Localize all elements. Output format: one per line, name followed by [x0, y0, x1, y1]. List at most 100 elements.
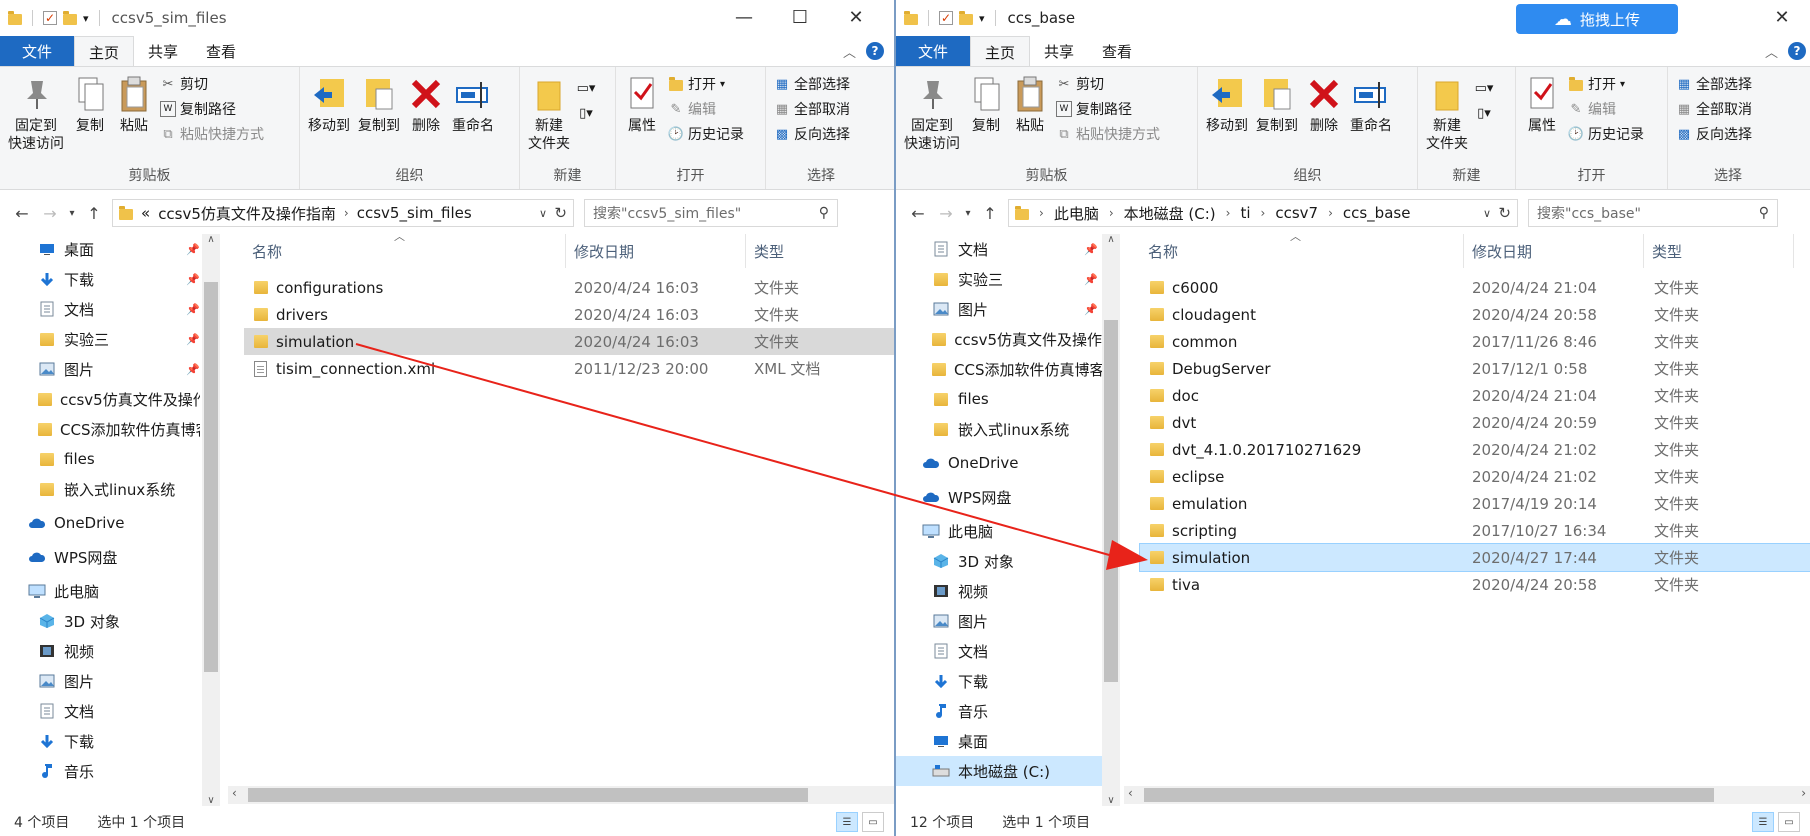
maximize-icon[interactable]: ☐ [772, 0, 828, 34]
chevron-down-icon[interactable]: ∨ [1483, 207, 1491, 220]
invert-selection-button[interactable]: ▩ 反向选择 [774, 123, 850, 145]
scroll-down-icon[interactable]: ∨ [202, 795, 220, 806]
nav-item[interactable]: 文档 📌 [896, 234, 1102, 264]
tab-file[interactable]: 文件 [896, 36, 971, 66]
history-button[interactable]: 🕑 历史记录 [1568, 123, 1644, 145]
search-input[interactable]: 搜索"ccs_base" ⚲ [1528, 199, 1778, 227]
large-icons-view-icon[interactable]: ▭ [862, 812, 884, 832]
copy-path-button[interactable]: W 复制路径 [160, 98, 264, 120]
file-row[interactable]: common 2017/11/26 8:46 文件夹 [1140, 328, 1810, 355]
file-row[interactable]: emulation 2017/4/19 20:14 文件夹 [1140, 490, 1810, 517]
file-row[interactable]: doc 2020/4/24 21:04 文件夹 [1140, 382, 1810, 409]
column-name[interactable]: 名称 [1140, 234, 1464, 268]
scroll-left-icon[interactable]: ‹ [232, 786, 237, 800]
file-row[interactable]: scripting 2017/10/27 16:34 文件夹 [1140, 517, 1810, 544]
file-row[interactable]: tiva 2020/4/24 20:58 文件夹 [1140, 571, 1810, 598]
select-none-button[interactable]: ▦ 全部取消 [1676, 98, 1752, 120]
chevron-right-icon[interactable]: › [1226, 206, 1231, 220]
recent-locations-icon[interactable]: ▾ [960, 208, 976, 219]
new-item-button[interactable]: ▭▾ [1475, 77, 1494, 99]
nav-item[interactable]: 桌面 [896, 726, 1102, 756]
nav-item[interactable]: 3D 对象 [0, 606, 200, 636]
properties-check-icon[interactable]: ✓ [939, 11, 953, 25]
large-icons-view-icon[interactable]: ▭ [1778, 812, 1800, 832]
refresh-icon[interactable]: ↻ [554, 204, 567, 222]
recent-locations-icon[interactable]: ▾ [64, 208, 80, 219]
open-button[interactable]: 打开 ▾ [668, 73, 744, 95]
up-button[interactable]: ↑ [80, 204, 108, 223]
column-date[interactable]: 修改日期 [566, 234, 746, 268]
chevron-right-icon[interactable]: › [1328, 206, 1333, 220]
nav-item[interactable]: files [896, 384, 1102, 414]
paste-shortcut-button[interactable]: ⧉ 粘贴快捷方式 [160, 123, 264, 145]
breadcrumb-item[interactable]: ti [1240, 204, 1250, 222]
select-none-button[interactable]: ▦ 全部取消 [774, 98, 850, 120]
nav-item[interactable]: 文档 [896, 636, 1102, 666]
forward-button[interactable]: → [36, 204, 64, 223]
chevron-right-icon[interactable]: › [1039, 206, 1044, 220]
breadcrumb-item[interactable]: 本地磁盘 (C:) [1124, 203, 1216, 224]
help-icon[interactable]: ? [1788, 42, 1806, 60]
nav-item[interactable]: 本地磁盘 (C:) [896, 756, 1102, 786]
breadcrumb-overflow[interactable]: « [141, 204, 150, 222]
nav-scrollbar[interactable]: ∧ ∨ [202, 234, 220, 806]
new-folder-icon[interactable] [959, 10, 973, 25]
nav-item[interactable]: 嵌入式linux系统 [896, 414, 1102, 444]
forward-button[interactable]: → [932, 204, 960, 223]
nav-item[interactable]: CCS添加软件仿真博客 [896, 354, 1102, 384]
nav-item[interactable]: WPS网盘 [0, 542, 200, 572]
collapse-ribbon-icon[interactable]: ︿ [843, 42, 856, 61]
nav-item[interactable]: 实验三 📌 [896, 264, 1102, 294]
select-all-button[interactable]: ▦ 全部选择 [774, 73, 850, 95]
column-type[interactable]: 类型 [1644, 234, 1794, 268]
details-view-icon[interactable]: ☰ [1752, 812, 1774, 832]
breadcrumb-item[interactable]: ccsv5_sim_files [357, 204, 472, 222]
tab-view[interactable]: 查看 [192, 36, 250, 66]
history-button[interactable]: 🕑 历史记录 [668, 123, 744, 145]
nav-item[interactable]: ccsv5仿真文件及操作 [896, 324, 1102, 354]
scroll-down-icon[interactable]: ∨ [1102, 795, 1120, 806]
chevron-right-icon[interactable]: › [1261, 206, 1266, 220]
nav-item[interactable]: 文档 [0, 696, 200, 726]
properties-check-icon[interactable]: ✓ [43, 11, 57, 25]
easy-access-button[interactable]: ▯▾ [1476, 102, 1492, 124]
nav-item[interactable]: WPS网盘 [896, 482, 1102, 512]
cut-button[interactable]: ✂ 剪切 [1056, 73, 1160, 95]
file-row[interactable]: simulation 2020/4/27 17:44 文件夹 [1139, 543, 1810, 572]
tab-file[interactable]: 文件 [0, 36, 75, 66]
nav-item[interactable]: CCS添加软件仿真博客 [0, 414, 200, 444]
address-bar[interactable]: « ccsv5仿真文件及操作指南 › ccsv5_sim_files ∨ ↻ [112, 199, 574, 227]
nav-item[interactable]: OneDrive [0, 508, 200, 538]
open-button[interactable]: 打开 ▾ [1568, 73, 1644, 95]
edit-button[interactable]: ✎ 编辑 [668, 98, 744, 120]
file-row[interactable]: eclipse 2020/4/24 21:02 文件夹 [1140, 463, 1810, 490]
new-folder-icon[interactable] [63, 10, 77, 25]
file-row[interactable]: cloudagent 2020/4/24 20:58 文件夹 [1140, 301, 1810, 328]
search-input[interactable]: 搜索"ccsv5_sim_files" ⚲ [584, 199, 838, 227]
nav-item[interactable]: 下载 [0, 726, 200, 756]
chevron-down-icon[interactable]: ∨ [539, 207, 547, 220]
close-icon[interactable]: ✕ [1754, 0, 1810, 34]
easy-access-button[interactable]: ▯▾ [578, 102, 594, 124]
tab-share[interactable]: 共享 [1030, 36, 1088, 66]
nav-item[interactable]: 图片 [896, 606, 1102, 636]
nav-item[interactable]: 图片 [0, 666, 200, 696]
nav-item[interactable]: files [0, 444, 200, 474]
nav-item[interactable]: 3D 对象 [896, 546, 1102, 576]
file-row[interactable]: tisim_connection.xml 2011/12/23 20:00 XML … [244, 355, 894, 382]
copy-path-button[interactable]: W 复制路径 [1056, 98, 1160, 120]
tab-share[interactable]: 共享 [134, 36, 192, 66]
file-row[interactable]: dvt_4.1.0.201710271629 2020/4/24 21:02 文件夹 [1140, 436, 1810, 463]
address-bar[interactable]: › 此电脑 › 本地磁盘 (C:) › ti › ccsv7 › ccs_bas… [1008, 199, 1518, 227]
tab-home[interactable]: 主页 [970, 36, 1031, 67]
breadcrumb-item[interactable]: ccsv5仿真文件及操作指南 [158, 203, 336, 224]
file-row[interactable]: c6000 2020/4/24 21:04 文件夹 [1140, 274, 1810, 301]
column-name[interactable]: 名称 [244, 234, 566, 268]
scroll-up-icon[interactable]: ∧ [202, 234, 220, 245]
help-icon[interactable]: ? [866, 42, 884, 60]
scrollbar-thumb[interactable] [248, 788, 808, 802]
nav-scrollbar[interactable]: ∧ ∨ [1102, 234, 1120, 806]
scroll-right-icon[interactable]: › [1801, 786, 1806, 800]
nav-item[interactable]: 音乐 [896, 696, 1102, 726]
close-icon[interactable]: ✕ [828, 0, 884, 34]
